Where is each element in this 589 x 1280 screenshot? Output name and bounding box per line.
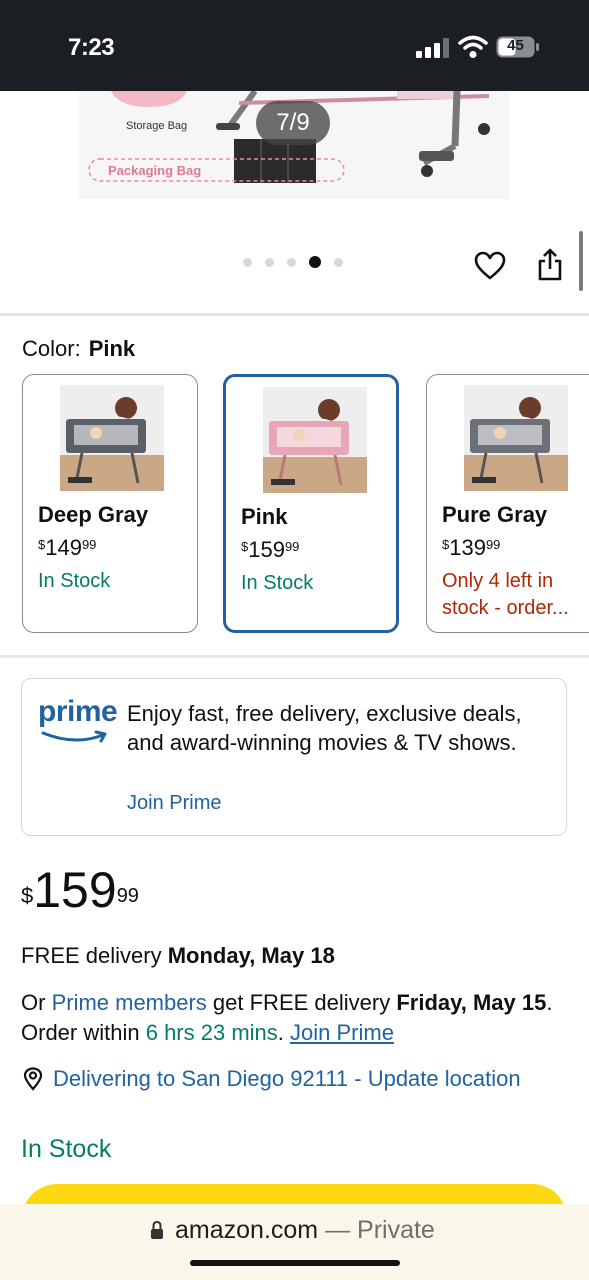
price-whole: 159 bbox=[248, 537, 285, 562]
swatch-pure-gray[interactable]: Pure Gray $13999 Only 4 left in stock - … bbox=[426, 374, 589, 633]
prime-logo: prime bbox=[38, 695, 118, 747]
get-free-text: get FREE delivery bbox=[206, 990, 397, 1015]
price-fraction: 99 bbox=[81, 537, 97, 552]
swatch-price: $14999 bbox=[38, 535, 96, 561]
color-label: Color: Pink bbox=[22, 336, 135, 362]
cellular-signal-icon bbox=[416, 38, 449, 58]
join-prime-link[interactable]: Join Prime bbox=[127, 792, 221, 815]
swatch-image bbox=[263, 387, 367, 493]
swatch-name: Deep Gray bbox=[38, 502, 149, 527]
price-fraction: 99 bbox=[485, 537, 501, 552]
price-whole: 149 bbox=[45, 535, 82, 560]
prime-smile-icon bbox=[41, 730, 107, 743]
price-symbol: $ bbox=[241, 539, 249, 554]
price-symbol: $ bbox=[38, 537, 46, 552]
prime-description: Enjoy fast, free delivery, exclusive dea… bbox=[127, 701, 522, 755]
prime-delivery-date: Friday, May 15 bbox=[396, 990, 547, 1015]
price-whole: 159 bbox=[33, 862, 117, 918]
price-symbol: $ bbox=[21, 883, 34, 908]
swatch-image bbox=[60, 385, 164, 491]
share-icon[interactable] bbox=[536, 248, 564, 282]
delivery-info: FREE delivery Monday, May 18 bbox=[21, 941, 335, 971]
selected-color: Pink bbox=[88, 336, 136, 361]
swatch-name: Pink bbox=[241, 504, 288, 529]
swatch-stock: In Stock bbox=[38, 570, 111, 592]
lock-icon bbox=[151, 1220, 163, 1239]
carousel-dot-active[interactable] bbox=[309, 256, 321, 268]
carousel-dot[interactable] bbox=[287, 257, 296, 267]
or-text: Or bbox=[21, 990, 52, 1015]
delivery-date: Monday, May 18 bbox=[167, 943, 335, 968]
wifi-icon bbox=[458, 35, 488, 58]
swatch-deep-gray[interactable]: Deep Gray $14999 In Stock bbox=[22, 374, 198, 633]
prime-logo-text: prime bbox=[38, 695, 118, 728]
carousel-dot[interactable] bbox=[243, 257, 252, 267]
join-prime-link-underlined[interactable]: Join Prime bbox=[290, 1020, 394, 1045]
swatch-stock-low: Only 4 left in stock - order... bbox=[442, 570, 569, 619]
swatch-pink[interactable]: Pink $15999 In Stock bbox=[223, 374, 399, 633]
stock-status: In Stock bbox=[21, 1135, 112, 1163]
section-divider bbox=[0, 313, 589, 316]
section-divider bbox=[0, 655, 589, 658]
storage-bag-label: Storage Bag bbox=[126, 120, 188, 132]
swatch-price: $13999 bbox=[442, 535, 500, 561]
price-symbol: $ bbox=[442, 537, 450, 552]
price-fraction: 99 bbox=[116, 885, 139, 907]
price-whole: 139 bbox=[449, 535, 486, 560]
image-counter: 7/9 bbox=[256, 101, 330, 145]
status-bar: 7:23 45 bbox=[0, 0, 589, 91]
carousel-dots[interactable] bbox=[243, 256, 343, 268]
browser-url[interactable]: amazon.com — Private bbox=[175, 1216, 435, 1245]
product-price: $15999 bbox=[21, 862, 139, 918]
private-mode-label: Private bbox=[357, 1216, 435, 1244]
url-domain: amazon.com bbox=[175, 1216, 319, 1244]
heart-icon[interactable] bbox=[474, 250, 506, 282]
status-time: 7:23 bbox=[68, 34, 115, 61]
carousel-dot[interactable] bbox=[334, 257, 343, 267]
swatch-price: $15999 bbox=[241, 537, 299, 563]
color-label-text: Color: bbox=[22, 336, 81, 361]
price-fraction: 99 bbox=[284, 539, 300, 554]
location-pin-icon bbox=[23, 1067, 43, 1091]
delivery-location-link[interactable]: Delivering to San Diego 92111 - Update l… bbox=[53, 1064, 523, 1093]
swatch-name: Pure Gray bbox=[442, 502, 548, 527]
image-gallery[interactable]: Storage Bag Packaging Bag 7/9 bbox=[0, 91, 589, 313]
countdown: 6 hrs 23 mins bbox=[145, 1020, 278, 1045]
carousel-dot[interactable] bbox=[265, 257, 274, 267]
swatch-image bbox=[464, 385, 568, 491]
prime-delivery-info: Or Prime members get FREE delivery Frida… bbox=[21, 988, 561, 1048]
delivery-prefix: FREE delivery bbox=[21, 943, 168, 968]
url-separator: — bbox=[318, 1216, 358, 1244]
battery-level: 45 bbox=[507, 37, 524, 54]
scrollbar[interactable] bbox=[579, 231, 583, 291]
period-text: . bbox=[277, 1020, 291, 1045]
battery-icon: 45 bbox=[496, 36, 540, 58]
swatch-stock: In Stock bbox=[241, 572, 314, 594]
prime-promo[interactable]: prime Enjoy fast, free delivery, exclusi… bbox=[21, 678, 567, 836]
packaging-bag-label: Packaging Bag bbox=[108, 163, 202, 178]
prime-members-link[interactable]: Prime members bbox=[52, 990, 207, 1015]
home-indicator[interactable] bbox=[190, 1260, 400, 1266]
